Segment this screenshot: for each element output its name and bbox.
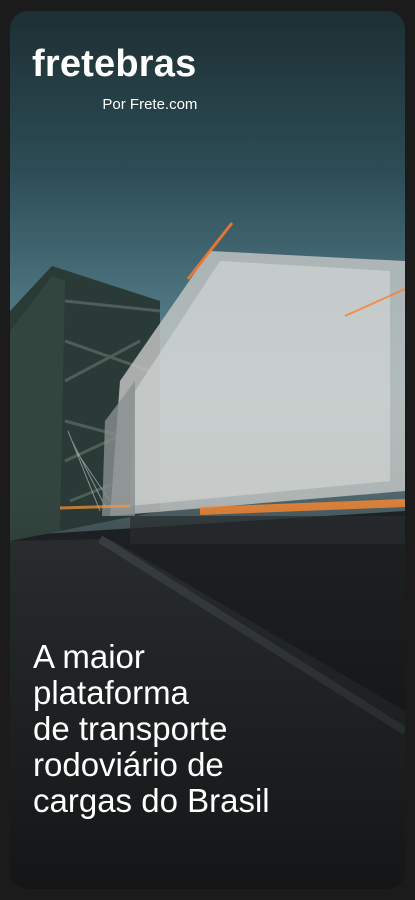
headline-line: A maior	[33, 638, 145, 675]
brand-name: fretebras	[32, 43, 197, 85]
headline-line: rodoviário de	[33, 746, 224, 783]
headline-line: de transporte	[33, 710, 228, 747]
headline-line: cargas do Brasil	[33, 782, 270, 819]
light-streak-left	[59, 504, 131, 510]
brand-subtitle: Por Frete.com	[102, 96, 198, 113]
headline-line: plataforma	[33, 674, 189, 711]
onboarding-card: fretebras Por Frete.com A maior platafor…	[10, 11, 405, 889]
truck-trailer-highlight	[130, 261, 390, 506]
truck-wheels	[130, 516, 405, 544]
brand-logo: fretebras Por Frete.com	[32, 43, 197, 112]
headline: A maior plataforma de transporte rodoviá…	[33, 639, 393, 819]
